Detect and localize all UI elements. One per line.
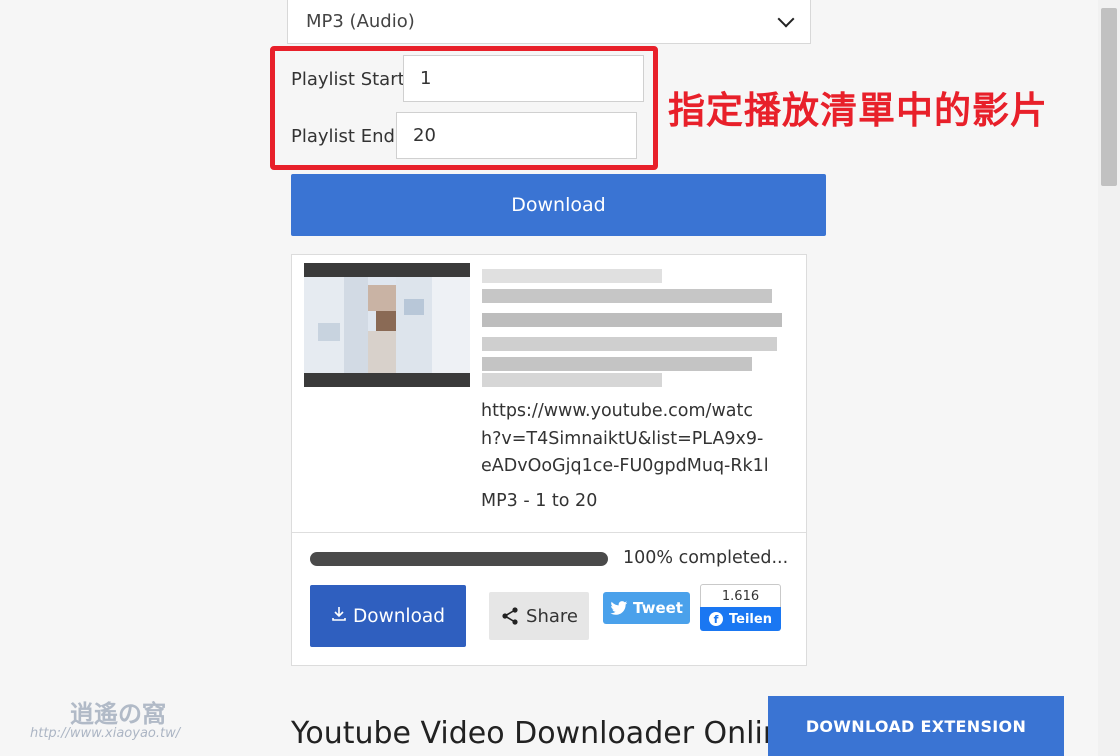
share-button[interactable]: Share: [489, 592, 589, 640]
playlist-end-input[interactable]: 20: [396, 112, 637, 159]
progress-bar: [310, 552, 608, 566]
share-label: Share: [526, 605, 578, 627]
facebook-share-widget[interactable]: 1.616 f Teilen: [700, 584, 781, 632]
result-card: https://www.youtube.com/watch?v=T4Simnai…: [291, 254, 807, 666]
facebook-share-count: 1.616: [700, 584, 781, 608]
twitter-bird-icon: [610, 600, 628, 615]
video-url[interactable]: https://www.youtube.com/watch?v=T4Simnai…: [481, 398, 771, 481]
format-select-value: MP3 (Audio): [306, 11, 415, 32]
playlist-end-value: 20: [413, 125, 436, 146]
watermark: 逍遙の窩 http://www.xiaoyao.tw/: [30, 694, 210, 750]
tweet-label: Tweet: [633, 599, 683, 617]
download-button[interactable]: Download: [291, 174, 826, 236]
download-icon: [331, 606, 347, 626]
file-download-button[interactable]: Download: [310, 585, 466, 647]
playlist-start-input[interactable]: 1: [403, 55, 644, 102]
facebook-icon: f: [709, 612, 724, 626]
video-title: [482, 269, 782, 387]
playlist-end-label: Playlist End: [291, 126, 395, 147]
progress-text: 100% completed...: [623, 548, 789, 568]
chevron-down-icon: [777, 10, 795, 27]
format-select[interactable]: MP3 (Audio): [287, 0, 811, 44]
scrollbar-thumb[interactable]: [1101, 8, 1117, 186]
download-extension-button[interactable]: DOWNLOAD EXTENSION: [768, 696, 1064, 756]
share-icon: [502, 607, 518, 625]
card-divider: [292, 532, 806, 533]
playlist-start-label: Playlist Start: [291, 69, 405, 90]
file-download-label: Download: [353, 605, 445, 627]
watermark-url: http://www.xiaoyao.tw/: [30, 726, 181, 741]
progress-bar-fill: [310, 552, 608, 566]
facebook-share-button[interactable]: f Teilen: [700, 607, 781, 631]
playlist-start-value: 1: [420, 68, 432, 89]
facebook-share-label: Teilen: [729, 611, 772, 627]
watermark-logo: 逍遙の窩: [70, 700, 166, 728]
video-thumbnail[interactable]: [304, 263, 470, 387]
format-info: MP3 - 1 to 20: [481, 491, 598, 511]
tweet-button[interactable]: Tweet: [603, 592, 690, 624]
annotation-text: 指定播放清單中的影片: [668, 89, 1048, 132]
section-heading: Youtube Video Downloader Online: [291, 716, 801, 751]
